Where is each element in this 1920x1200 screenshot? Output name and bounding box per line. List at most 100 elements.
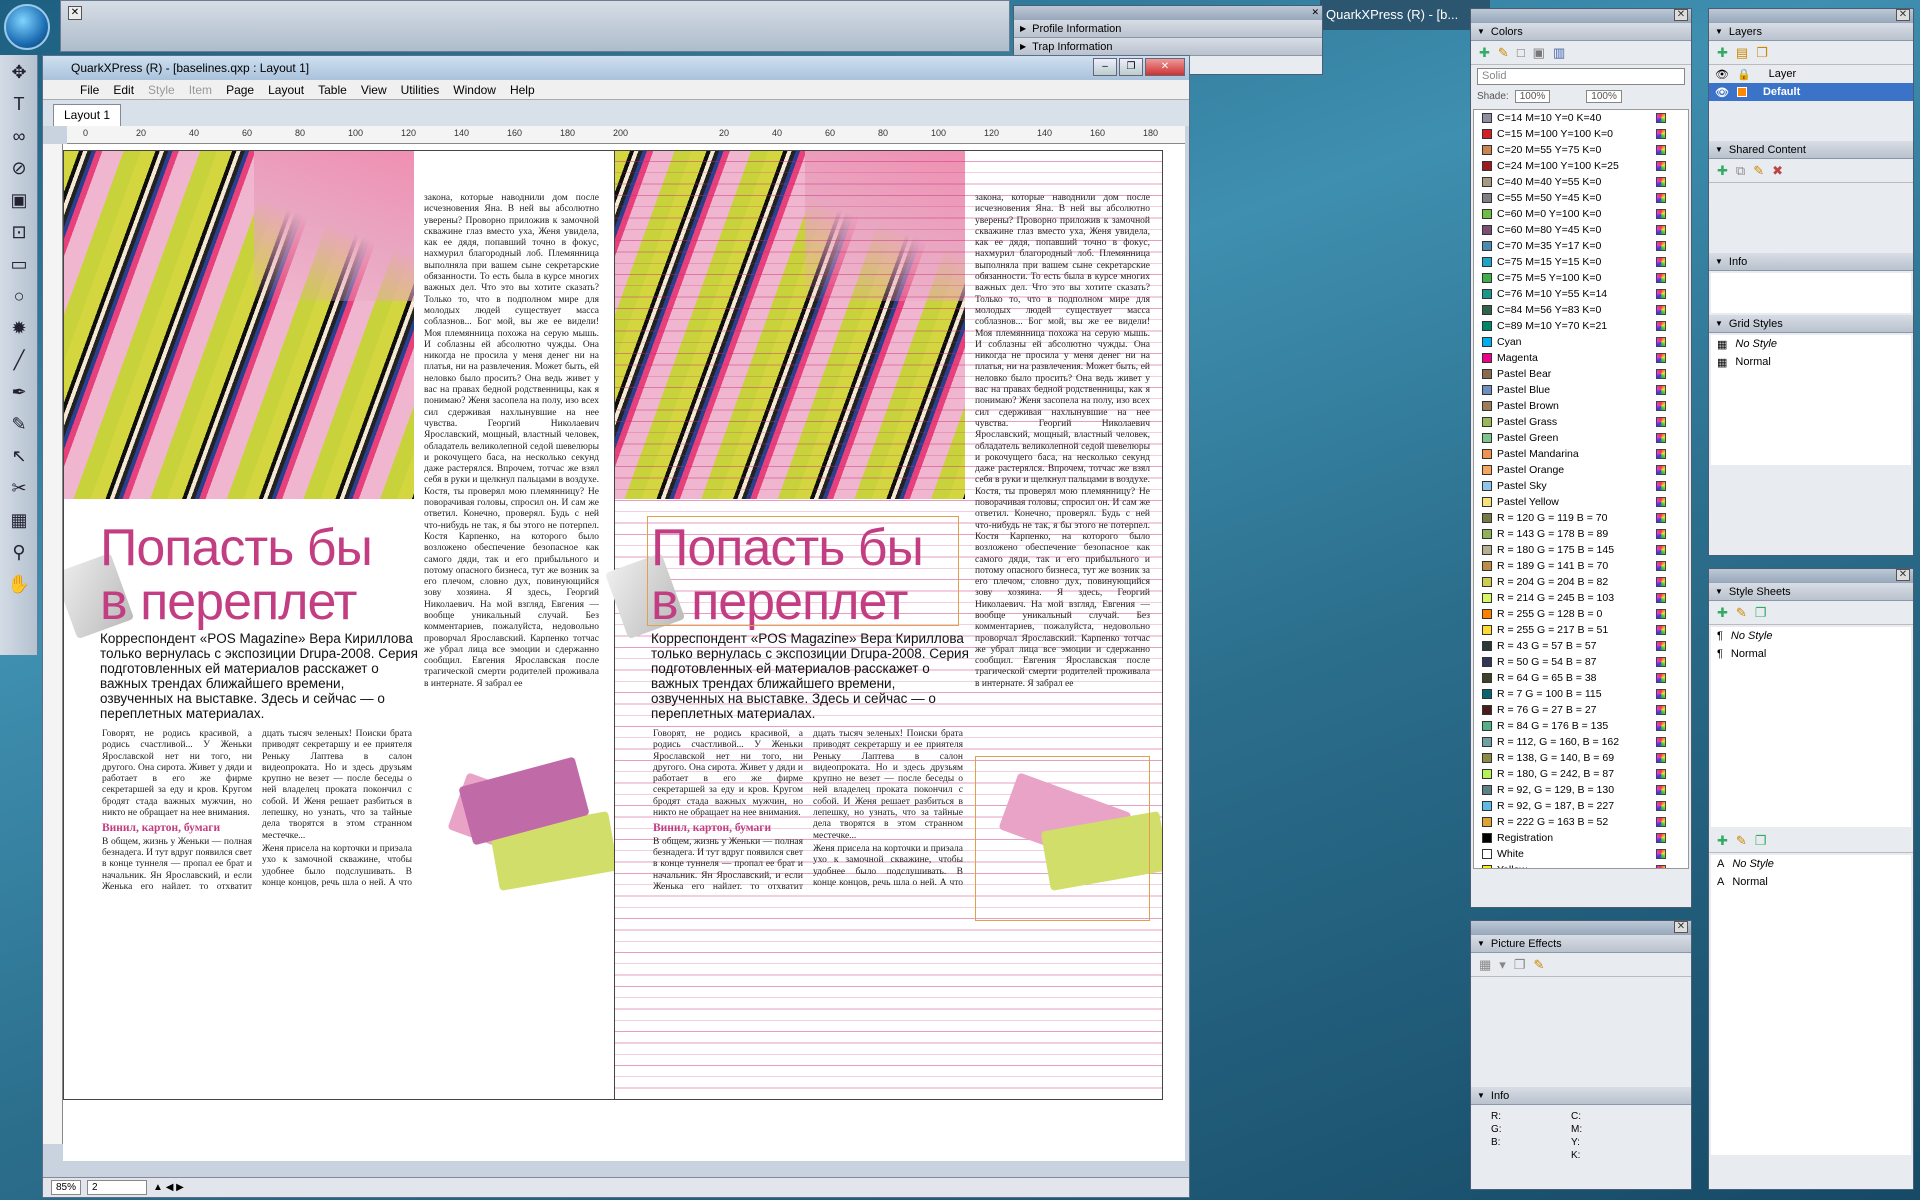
background-window-title[interactable]: QuarkXPress (R) - [b...: [1320, 0, 1490, 30]
menu-layout[interactable]: Layout: [261, 83, 311, 97]
color-swatch-item[interactable]: R = 120 G = 119 B = 70: [1474, 510, 1688, 526]
horizontal-ruler[interactable]: 0 20 40 60 80 100 120 140 160 180 200 20 40 60 80 100 12…: [67, 126, 1185, 144]
picture-effects-header[interactable]: ▼ Picture Effects: [1471, 935, 1691, 953]
page-right[interactable]: Попасть бы в переплет Корреспондент «POS …: [604, 151, 1162, 1099]
pasteboard[interactable]: Попасть бы в переплет Корреспондент «POS …: [63, 144, 1185, 1161]
zoom-field[interactable]: 85%: [51, 1180, 82, 1195]
start-button[interactable]: [4, 4, 50, 50]
text-unlinking-tool-icon[interactable]: ⊘: [3, 153, 35, 183]
link-icon[interactable]: ⧉: [1736, 163, 1745, 179]
fill-type-select[interactable]: Solid: [1477, 68, 1685, 85]
new-layer-icon[interactable]: ✚: [1717, 45, 1728, 61]
layer-item-default[interactable]: 👁 Default: [1709, 83, 1913, 101]
item-tool-icon[interactable]: ✥: [3, 57, 35, 87]
color-swatch-item[interactable]: C=75 M=5 Y=100 K=0: [1474, 270, 1688, 286]
style-sheets-header[interactable]: ▼ Style Sheets: [1709, 583, 1913, 601]
text-color-icon[interactable]: ▥: [1553, 45, 1565, 61]
close-icon[interactable]: ✕: [68, 6, 82, 20]
color-swatch-item[interactable]: R = 143 G = 178 B = 89: [1474, 526, 1688, 542]
color-swatch-item[interactable]: R = 255 G = 217 B = 51: [1474, 622, 1688, 638]
menu-utilities[interactable]: Utilities: [394, 83, 447, 97]
color-swatch-item[interactable]: R = 84 G = 176 B = 135: [1474, 718, 1688, 734]
color-swatch-item[interactable]: R = 50 G = 54 B = 87: [1474, 654, 1688, 670]
close-button[interactable]: ✕: [1145, 58, 1185, 76]
select-point-tool-icon[interactable]: ↖: [3, 441, 35, 471]
new-style-icon[interactable]: ✚: [1717, 833, 1728, 849]
books-photo[interactable]: [64, 151, 414, 499]
edit-style-icon[interactable]: ✎: [1736, 605, 1747, 621]
pan-tool-icon[interactable]: ✋: [3, 569, 35, 599]
new-color-icon[interactable]: ✚: [1479, 45, 1490, 61]
lead-paragraph[interactable]: Корреспондент «POS Magazine» Вера Кирилл…: [651, 631, 971, 721]
duplicate-style-icon[interactable]: ❐: [1755, 605, 1767, 621]
minimize-button[interactable]: –: [1093, 58, 1117, 76]
color-swatch-item[interactable]: C=40 M=40 Y=55 K=0: [1474, 174, 1688, 190]
text-column-3[interactable]: закона, которые наводнили дом после исче…: [975, 193, 1150, 758]
colors-header[interactable]: ▼ Colors: [1471, 23, 1691, 41]
color-swatch-item[interactable]: R = 64 G = 65 B = 38: [1474, 670, 1688, 686]
color-swatch-item[interactable]: C=55 M=50 Y=45 K=0: [1474, 190, 1688, 206]
color-swatch-item[interactable]: C=60 M=80 Y=45 K=0: [1474, 222, 1688, 238]
paragraph-style-item[interactable]: ¶ Normal: [1711, 645, 1911, 663]
color-swatch-item[interactable]: R = 255 G = 128 B = 0: [1474, 606, 1688, 622]
tab-layout-1[interactable]: Layout 1: [53, 104, 122, 126]
grid-styles-header[interactable]: ▼ Grid Styles: [1709, 315, 1913, 333]
grid-style-item[interactable]: ▦ No Style: [1711, 335, 1911, 353]
info-header[interactable]: ▼ Info: [1471, 1087, 1691, 1105]
effects-icon[interactable]: ▦: [1479, 957, 1491, 973]
color-swatch-item[interactable]: Pastel Bear: [1474, 366, 1688, 382]
menu-page[interactable]: Page: [219, 83, 261, 97]
edit-icon[interactable]: ✎: [1533, 957, 1544, 973]
color-swatch-item[interactable]: C=24 M=100 Y=100 K=25: [1474, 158, 1688, 174]
eye-icon[interactable]: 👁: [1715, 86, 1729, 99]
menu-file[interactable]: File: [73, 83, 106, 97]
color-swatch-item[interactable]: R = 214 G = 245 B = 103: [1474, 590, 1688, 606]
text-column-3[interactable]: закона, которые наводнили дом после исче…: [424, 193, 599, 758]
text-content-tool-icon[interactable]: T: [3, 89, 35, 119]
color-swatch-item[interactable]: R = 138, G = 140, B = 69: [1474, 750, 1688, 766]
color-swatch-item[interactable]: C=70 M=35 Y=17 K=0: [1474, 238, 1688, 254]
color-swatch-item[interactable]: R = 92, G = 187, B = 227: [1474, 798, 1688, 814]
color-swatch-item[interactable]: R = 43 G = 57 B = 57: [1474, 638, 1688, 654]
fill-color-icon[interactable]: ▣: [1533, 45, 1545, 61]
starburst-tool-icon[interactable]: ✹: [3, 313, 35, 343]
color-swatch-item[interactable]: Pastel Orange: [1474, 462, 1688, 478]
edit-icon[interactable]: ✎: [1753, 163, 1764, 179]
color-swatch-item[interactable]: Pastel Yellow: [1474, 494, 1688, 510]
close-icon[interactable]: ✕: [1896, 9, 1910, 21]
color-swatch-item[interactable]: C=84 M=56 Y=83 K=0: [1474, 302, 1688, 318]
close-icon[interactable]: ✕: [1674, 921, 1688, 933]
text-column-1[interactable]: Говорят, не родись красивой, а родись сч…: [102, 729, 252, 889]
character-style-item[interactable]: A No Style: [1711, 855, 1911, 873]
color-swatch-item[interactable]: Pastel Blue: [1474, 382, 1688, 398]
duplicate-style-icon[interactable]: ❐: [1755, 833, 1767, 849]
edit-style-icon[interactable]: ✎: [1736, 833, 1747, 849]
table-tool-icon[interactable]: ▦: [3, 505, 35, 535]
picture-box-tool-icon[interactable]: ⊡: [3, 217, 35, 247]
zoom-tool-icon[interactable]: ⚲: [3, 537, 35, 567]
trap-information-section[interactable]: ▶ Trap Information: [1014, 38, 1322, 56]
duplicate-icon[interactable]: ❐: [1514, 957, 1526, 973]
freehand-tool-icon[interactable]: ✎: [3, 409, 35, 439]
color-swatch-item[interactable]: R = 204 G = 204 B = 82: [1474, 574, 1688, 590]
shared-content-header[interactable]: ▼ Shared Content: [1709, 141, 1913, 159]
bezier-pen-tool-icon[interactable]: ✒: [3, 377, 35, 407]
merge-layers-icon[interactable]: ❐: [1756, 45, 1768, 61]
menu-item[interactable]: Item: [182, 83, 219, 97]
paragraph-style-item[interactable]: ¶ No Style: [1711, 627, 1911, 645]
vertical-ruler[interactable]: [43, 144, 63, 1144]
color-swatch-item[interactable]: Pastel Brown: [1474, 398, 1688, 414]
menu-view[interactable]: View: [354, 83, 394, 97]
color-swatch-item[interactable]: C=75 M=15 Y=15 K=0: [1474, 254, 1688, 270]
delete-icon[interactable]: ✖: [1772, 163, 1783, 179]
text-column-2[interactable]: дцать тысяч зеленых! Поиски брата привод…: [262, 729, 412, 889]
color-swatch-item[interactable]: Cyan: [1474, 334, 1688, 350]
color-swatch-item[interactable]: C=89 M=10 Y=70 K=21: [1474, 318, 1688, 334]
line-tool-icon[interactable]: ╱: [3, 345, 35, 375]
info-header[interactable]: ▼ Info: [1709, 253, 1913, 271]
text-column-2[interactable]: дцать тысяч зеленых! Поиски брата привод…: [813, 729, 963, 889]
page-number-field[interactable]: 2: [87, 1180, 148, 1195]
color-swatch-item[interactable]: Pastel Green: [1474, 430, 1688, 446]
headline[interactable]: Попасть бы в переплет: [100, 521, 373, 629]
page-left[interactable]: Попасть бы в переплет Корреспондент «POS …: [64, 151, 619, 1099]
